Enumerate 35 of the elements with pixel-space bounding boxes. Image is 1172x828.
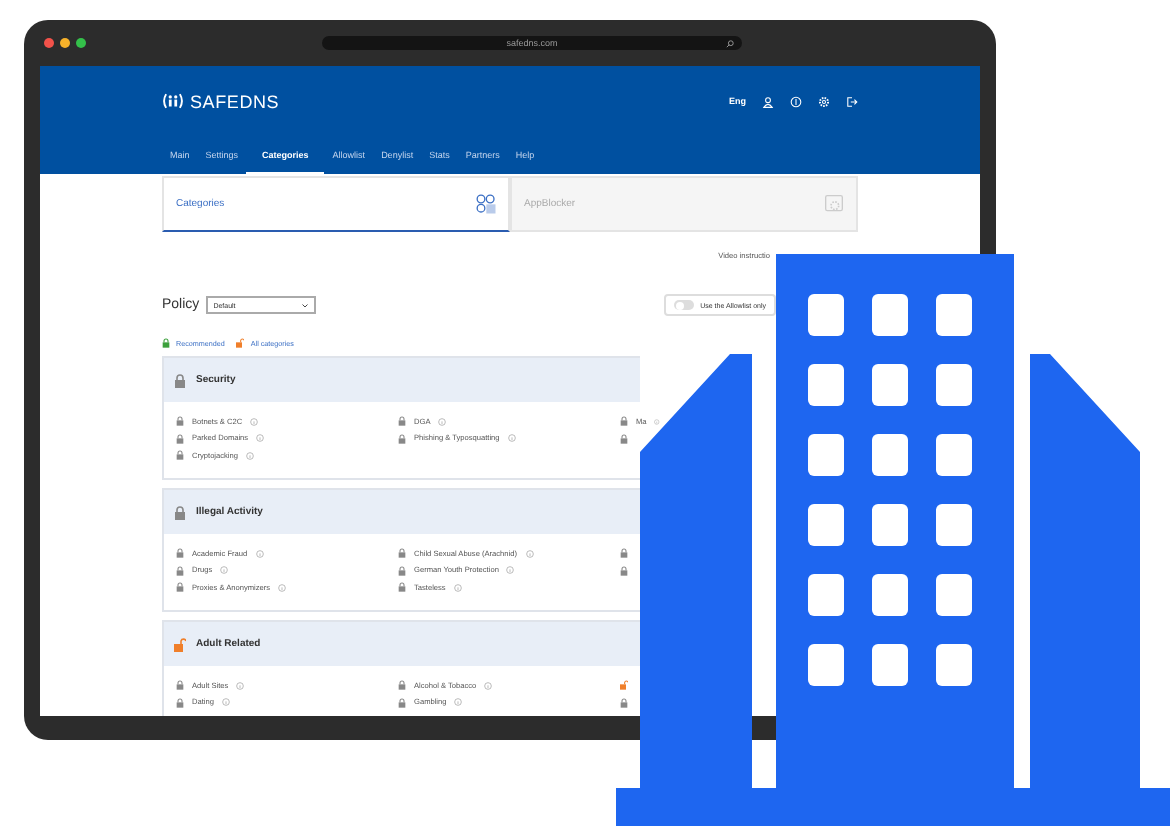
lock-icon[interactable]: [176, 433, 184, 443]
gear-window-icon: [824, 194, 844, 214]
unlocked-icon: [236, 338, 245, 348]
lock-icon[interactable]: [620, 697, 628, 707]
lock-icon[interactable]: [176, 680, 184, 690]
lock-icon[interactable]: [398, 697, 406, 707]
lock-icon[interactable]: [176, 548, 184, 558]
lock-icon[interactable]: [620, 416, 628, 426]
lock-icon[interactable]: [176, 416, 184, 426]
lock-icon[interactable]: [620, 565, 628, 575]
lock-icon[interactable]: [176, 450, 184, 460]
lock-icon[interactable]: [176, 565, 184, 575]
lock-icon[interactable]: [398, 680, 406, 690]
lock-icon[interactable]: [398, 416, 406, 426]
grid-icon: [476, 194, 496, 214]
lock-icon[interactable]: [620, 433, 628, 443]
window-minimize-dot[interactable]: [60, 38, 70, 48]
lock-icon[interactable]: [398, 548, 406, 558]
logo-icon: [162, 92, 184, 110]
logo-text: SAFEDNS: [190, 91, 280, 111]
settings-icon[interactable]: [818, 95, 830, 107]
window-close-dot[interactable]: [44, 38, 54, 48]
user-icon[interactable]: [762, 95, 774, 107]
toggle-switch[interactable]: [674, 300, 695, 310]
lock-icon[interactable]: [176, 697, 184, 707]
logout-icon[interactable]: [846, 95, 858, 107]
lock-icon: [162, 338, 170, 348]
lock-icon[interactable]: [398, 565, 406, 575]
unlocked-icon[interactable]: [620, 680, 628, 690]
lock-icon[interactable]: [398, 433, 406, 443]
lock-icon[interactable]: [398, 582, 406, 592]
window-maximize-dot[interactable]: [76, 38, 86, 48]
search-icon[interactable]: [726, 39, 734, 47]
lock-icon[interactable]: [620, 548, 628, 558]
lock-icon[interactable]: [176, 582, 184, 592]
